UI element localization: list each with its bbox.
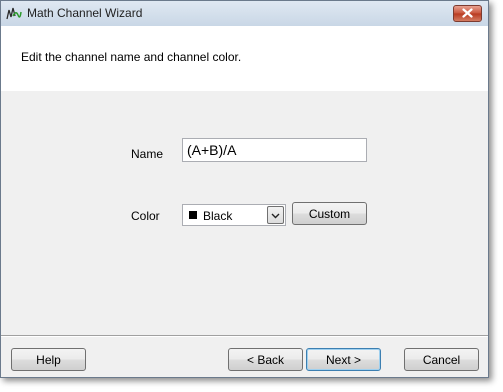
math-waveform-icon (6, 6, 22, 22)
next-button[interactable]: Next > (306, 348, 381, 371)
header-instruction: Edit the channel name and channel color. (21, 50, 242, 64)
close-button[interactable] (453, 5, 482, 22)
close-icon (462, 7, 473, 21)
wizard-window: Math Channel Wizard Edit the channel nam… (0, 0, 489, 378)
wizard-header: Edit the channel name and channel color. (1, 26, 488, 91)
help-button[interactable]: Help (11, 348, 86, 371)
color-select[interactable]: Black (182, 204, 286, 226)
name-label: Name (131, 147, 164, 161)
custom-color-button[interactable]: Custom (292, 202, 367, 225)
name-field[interactable]: (A+B)/A (182, 138, 367, 162)
chevron-down-icon (271, 208, 280, 222)
color-swatch (189, 211, 197, 219)
cancel-button[interactable]: Cancel (404, 348, 479, 371)
header-divider (1, 90, 488, 91)
window-title: Math Channel Wizard (27, 6, 143, 20)
title-bar[interactable]: Math Channel Wizard (1, 1, 488, 27)
color-selected-value: Black (203, 209, 233, 223)
color-dropdown-button[interactable] (267, 206, 284, 224)
color-label: Color (131, 209, 160, 223)
back-button[interactable]: < Back (228, 348, 303, 371)
footer-divider-highlight (1, 336, 488, 337)
